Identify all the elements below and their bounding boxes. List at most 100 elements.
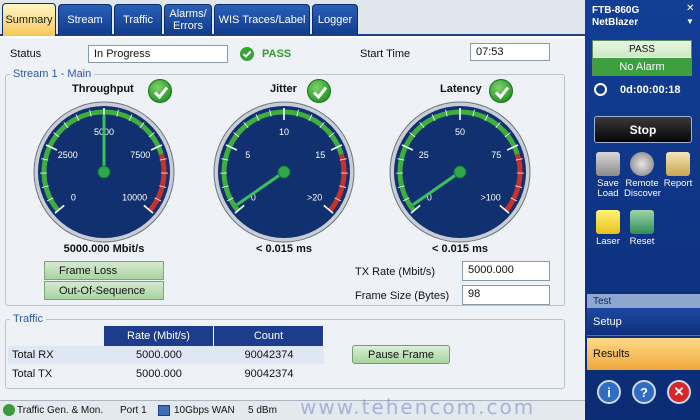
remote-discover-button[interactable]: Remote Discover	[624, 152, 661, 199]
laser-button[interactable]: Laser	[590, 210, 626, 247]
setup-label: Setup	[593, 315, 622, 328]
gauge-tick-label: >100	[481, 193, 501, 203]
gauge-tick-label: 0	[71, 193, 76, 203]
pass-check-icon	[240, 47, 254, 61]
traffic-group-title: Traffic	[10, 313, 46, 325]
tab-logger[interactable]: Logger	[312, 4, 358, 34]
device-name: NetBlazer	[592, 17, 639, 28]
status-link: 10Gbps WAN	[174, 405, 235, 416]
status-label: Status	[10, 48, 42, 60]
stop-button[interactable]: Stop	[594, 116, 692, 143]
gauge-tick-label: >20	[307, 193, 322, 203]
results-button[interactable]: Results	[587, 338, 700, 370]
gauge-tick-label: 5	[245, 150, 250, 160]
tab-alarms-errors[interactable]: Alarms/ Errors	[164, 4, 212, 34]
total-tx-count: 90042374	[244, 368, 294, 380]
tx-rate-field[interactable]: 5000.000	[462, 261, 550, 281]
device-title: FTB-860G NetBlazer	[592, 5, 639, 29]
start-time-field: 07:53	[470, 43, 550, 61]
timer-icon	[594, 83, 607, 96]
gauge-latency: 0255075>100	[389, 101, 531, 243]
gauge-tick-label: 10	[279, 127, 289, 137]
frame-size-field[interactable]: 98	[462, 285, 550, 305]
status-verdict: PASS	[262, 48, 292, 60]
total-rx-rate: 5000.000	[136, 349, 182, 361]
latency-title: Latency	[440, 83, 482, 95]
gauge-hub	[453, 165, 467, 179]
tab-stream[interactable]: Stream	[58, 4, 112, 34]
latency-value: < 0.015 ms	[432, 243, 488, 255]
throughput-title: Throughput	[72, 83, 134, 95]
frame-loss-indicator: Frame Loss	[44, 261, 164, 280]
watermark: www.tehencom.com	[300, 395, 536, 419]
status-mode: Traffic Gen. & Mon.	[17, 405, 104, 416]
gauge-tick-label: 15	[315, 150, 325, 160]
stream-group-title: Stream 1 - Main	[10, 68, 95, 80]
gauge-hub	[97, 165, 111, 179]
pause-frame-label: Pause Frame	[367, 348, 435, 361]
jitter-title: Jitter	[270, 83, 297, 95]
test-section-header: Test	[587, 294, 700, 308]
remote-discover-icon	[630, 152, 654, 176]
status-port: Port 1	[120, 405, 147, 416]
total-tx-rate: 5000.000	[136, 368, 182, 380]
gauge-tick-label: 2500	[58, 150, 78, 160]
total-rx-label: Total RX	[12, 349, 54, 361]
report-button[interactable]: Report	[660, 152, 696, 189]
test-timer: 0d:00:00:18	[620, 84, 681, 96]
gauge-tick-label: 10000	[122, 193, 147, 203]
pin-icon[interactable]: ✕	[686, 3, 694, 14]
exit-icon[interactable]: ✕	[667, 380, 691, 404]
count-column-header: Count	[214, 326, 324, 346]
frame-size-label: Frame Size (Bytes)	[355, 290, 450, 302]
gauge-tick-label: 75	[491, 150, 501, 160]
setup-button[interactable]: Setup	[587, 308, 700, 336]
gauge-tick-label: 7500	[130, 150, 150, 160]
total-tx-label: Total TX	[12, 368, 53, 380]
gauge-tick-label: 50	[455, 127, 465, 137]
tab-summary[interactable]: Summary	[2, 3, 56, 36]
total-rx-count: 90042374	[244, 349, 294, 361]
jitter-value: < 0.015 ms	[256, 243, 312, 255]
gauge-hub	[277, 165, 291, 179]
link-icon	[158, 405, 170, 416]
out-of-sequence-indicator: Out-Of-Sequence	[44, 281, 164, 300]
help-icon[interactable]: ?	[632, 380, 656, 404]
save-load-icon	[596, 152, 620, 176]
rate-column-header: Rate (Mbit/s)	[104, 326, 214, 346]
gauge-throughput: 025005000750010000	[33, 101, 175, 243]
reset-icon	[630, 210, 654, 234]
tab-bar: Summary Stream Traffic Alarms/ Errors WI…	[0, 0, 585, 36]
tab-traffic[interactable]: Traffic	[114, 4, 162, 34]
tab-wis-traces-label[interactable]: WIS Traces/Label	[214, 4, 310, 34]
report-icon	[666, 152, 690, 176]
summary-panel: Status In Progress PASS Start Time 07:53…	[0, 38, 585, 400]
tx-rate-label: TX Rate (Mbit/s)	[355, 266, 436, 278]
global-verdict: PASS No Alarm	[592, 40, 692, 76]
laser-label: Laser	[596, 236, 620, 247]
gauge-tick-label: 25	[419, 150, 429, 160]
remote-discover-label: Remote Discover	[624, 178, 661, 199]
global-pass: PASS	[593, 41, 691, 57]
gauge-jitter: 051015>20	[213, 101, 355, 243]
traffic-gen-icon	[3, 404, 15, 416]
save-load-button[interactable]: Save Load	[590, 152, 626, 199]
results-label: Results	[593, 348, 630, 360]
stop-label: Stop	[629, 122, 657, 137]
reset-button[interactable]: Reset	[624, 210, 660, 247]
reset-label: Reset	[629, 236, 655, 247]
info-icon[interactable]: i	[597, 380, 621, 404]
dropdown-icon[interactable]: ▼	[686, 17, 694, 26]
test-header-label: Test	[593, 295, 612, 307]
throughput-value: 5000.000 Mbit/s	[63, 243, 145, 255]
laser-icon	[596, 210, 620, 234]
status-field: In Progress	[88, 45, 228, 63]
pause-frame-button[interactable]: Pause Frame	[352, 345, 450, 364]
start-time-label: Start Time	[360, 48, 411, 60]
status-power: 5 dBm	[248, 405, 277, 416]
global-alarm: No Alarm	[593, 58, 691, 75]
report-label: Report	[663, 178, 693, 189]
gauges-svg: 025005000750010000051015>200255075>100	[33, 101, 531, 243]
save-load-label: Save Load	[597, 178, 619, 199]
device-model: FTB-860G	[592, 5, 640, 16]
